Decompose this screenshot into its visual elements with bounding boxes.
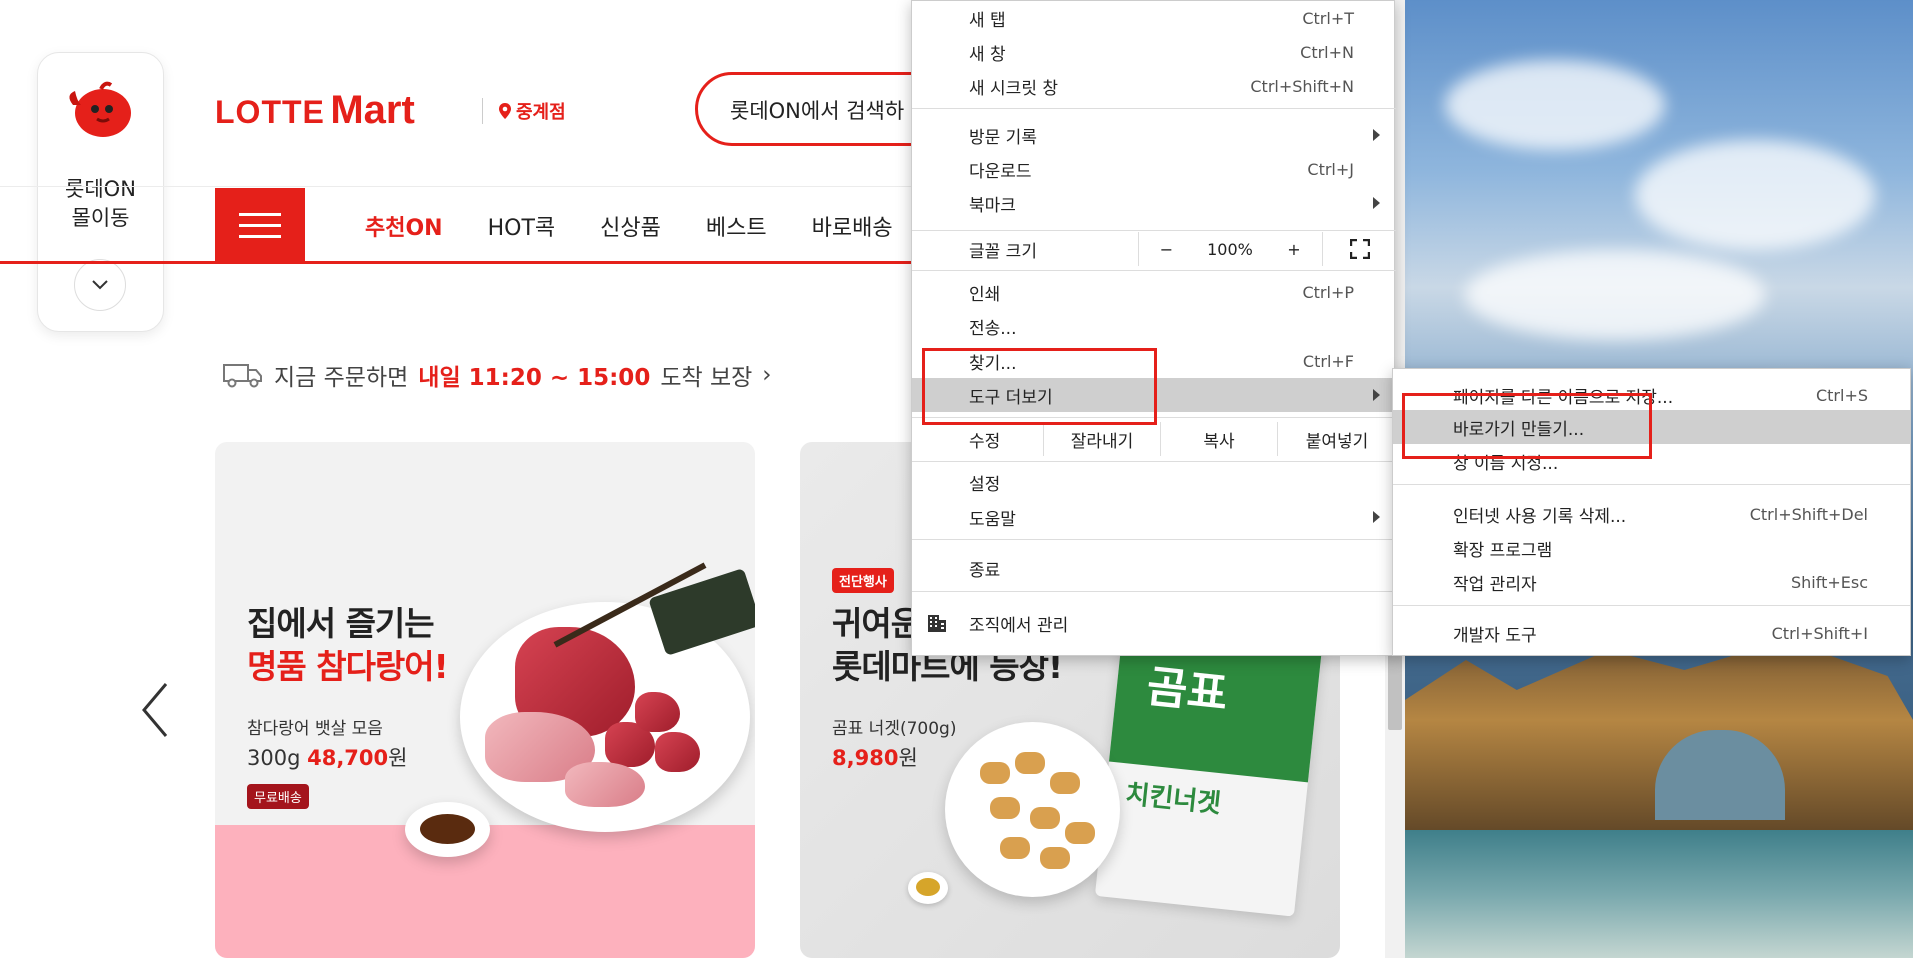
submenu-arrow-icon bbox=[1373, 197, 1380, 209]
menu-item-help[interactable]: 도움말 bbox=[912, 500, 1396, 534]
location-pin-icon bbox=[499, 103, 511, 119]
nav-item-quick-delivery[interactable]: 바로배송 bbox=[812, 210, 893, 242]
delivery-notice[interactable]: 지금 주문하면 내일 11:20 ~ 15:00 도착 보장 › bbox=[222, 358, 771, 392]
nav-item-hot[interactable]: HOT콕 bbox=[488, 210, 556, 242]
nav-item-new[interactable]: 신상품 bbox=[600, 210, 661, 242]
delivery-time: 내일 11:20 ~ 15:00 bbox=[418, 365, 651, 391]
category-menu-button[interactable] bbox=[215, 188, 305, 262]
banner-pink-band bbox=[215, 825, 755, 958]
submenu-item-task-manager[interactable]: 작업 관리자 Shift+Esc bbox=[1393, 565, 1910, 599]
chevron-right-icon: › bbox=[762, 362, 772, 388]
menu-item-settings[interactable]: 설정 bbox=[912, 465, 1396, 499]
nav-item-recommend[interactable]: 추천ON bbox=[365, 210, 443, 242]
browser-main-menu: 새 탭 Ctrl+T 새 창 Ctrl+N 새 시크릿 창 Ctrl+Shift… bbox=[911, 0, 1396, 656]
lotteon-mall-move-card[interactable]: 롯데ON 몰이동 bbox=[37, 52, 164, 332]
store-name: 중계점 bbox=[516, 102, 566, 123]
menu-item-exit[interactable]: 종료 bbox=[912, 551, 1396, 585]
edit-label: 수정 bbox=[969, 431, 1001, 452]
banner-tuna[interactable]: 집에서 즐기는 명품 참다랑어! 참다랑어 뱃살 모음 300g 48,700원… bbox=[215, 442, 755, 958]
flyer-event-badge: 전단행사 bbox=[832, 568, 894, 593]
banner-price: 300g 48,700원 bbox=[247, 746, 408, 770]
cut-button[interactable]: 잘라내기 bbox=[1043, 422, 1160, 456]
zoom-label: 글꼴 크기 bbox=[969, 241, 1037, 262]
menu-item-incognito[interactable]: 새 시크릿 창 Ctrl+Shift+N bbox=[912, 69, 1396, 103]
store-selector[interactable]: 중계점 bbox=[498, 98, 566, 124]
carousel-prev-icon[interactable] bbox=[138, 680, 172, 740]
submenu-arrow-icon bbox=[1373, 129, 1380, 141]
annotation-box-more-tools bbox=[922, 348, 1157, 425]
submenu-item-extensions[interactable]: 확장 프로그램 bbox=[1393, 531, 1910, 565]
zoom-level: 100% bbox=[1207, 239, 1253, 259]
menu-item-new-tab[interactable]: 새 탭 Ctrl+T bbox=[912, 1, 1396, 35]
building-icon bbox=[928, 615, 946, 632]
banner-title: 집에서 즐기는 명품 참다랑어! bbox=[247, 604, 449, 686]
free-shipping-badge: 무료배송 bbox=[247, 784, 309, 809]
annotation-box-create-shortcut bbox=[1402, 393, 1652, 459]
banner-subtitle: 참다랑어 뱃살 모음 bbox=[247, 719, 383, 739]
chevron-down-icon bbox=[92, 280, 108, 290]
submenu-arrow-icon bbox=[1373, 389, 1380, 401]
submenu-arrow-icon bbox=[1373, 511, 1380, 523]
search-input[interactable]: 롯데ON에서 검색하 bbox=[730, 95, 904, 125]
fullscreen-button[interactable] bbox=[1322, 232, 1396, 266]
submenu-item-developer-tools[interactable]: 개발자 도구 Ctrl+Shift+I bbox=[1393, 616, 1910, 650]
logo-divider bbox=[482, 98, 483, 124]
menu-row-edit: 수정 잘라내기 복사 붙여넣기 bbox=[912, 422, 1396, 456]
main-nav: 추천ON HOT콕 신상품 베스트 바로배송 bbox=[365, 210, 893, 242]
banner-subtitle: 곰표 너겟(700g) bbox=[832, 719, 957, 739]
menu-item-managed-by-org[interactable]: 조직에서 관리 bbox=[912, 606, 1396, 640]
expand-button[interactable] bbox=[74, 259, 126, 311]
menu-item-cast[interactable]: 전송... bbox=[912, 309, 1396, 343]
zoom-out-button[interactable]: − bbox=[1138, 232, 1194, 266]
lotte-mart-logo[interactable]: LOTTE Mart bbox=[215, 88, 415, 133]
menu-item-history[interactable]: 방문 기록 bbox=[912, 118, 1396, 152]
paste-button[interactable]: 붙여넣기 bbox=[1277, 422, 1396, 456]
menu-item-print[interactable]: 인쇄 Ctrl+P bbox=[912, 275, 1396, 309]
quick-card-label: 롯데ON 몰이동 bbox=[65, 177, 136, 230]
mascot-icon bbox=[69, 81, 131, 137]
submenu-item-clear-history[interactable]: 인터넷 사용 기록 삭제... Ctrl+Shift+Del bbox=[1393, 497, 1910, 531]
delivery-text-pre: 지금 주문하면 bbox=[274, 365, 409, 391]
screen: 롯데ON 몰이동 LOTTE Mart 중계점 롯데ON에서 검색하 추천ON … bbox=[0, 0, 1913, 958]
delivery-text-post: 도착 보장 bbox=[660, 365, 753, 391]
menu-item-bookmarks[interactable]: 북마크 bbox=[912, 186, 1396, 220]
copy-button[interactable]: 복사 bbox=[1160, 422, 1277, 456]
menu-item-downloads[interactable]: 다운로드 Ctrl+J bbox=[912, 152, 1396, 186]
menu-item-new-window[interactable]: 새 창 Ctrl+N bbox=[912, 35, 1396, 69]
fullscreen-icon bbox=[1349, 239, 1370, 259]
nav-item-best[interactable]: 베스트 bbox=[706, 210, 767, 242]
banner-price: 8,980원 bbox=[832, 746, 918, 770]
truck-icon bbox=[223, 364, 262, 388]
zoom-in-button[interactable]: + bbox=[1266, 232, 1322, 266]
menu-row-zoom: 글꼴 크기 − 100% + bbox=[912, 232, 1396, 266]
